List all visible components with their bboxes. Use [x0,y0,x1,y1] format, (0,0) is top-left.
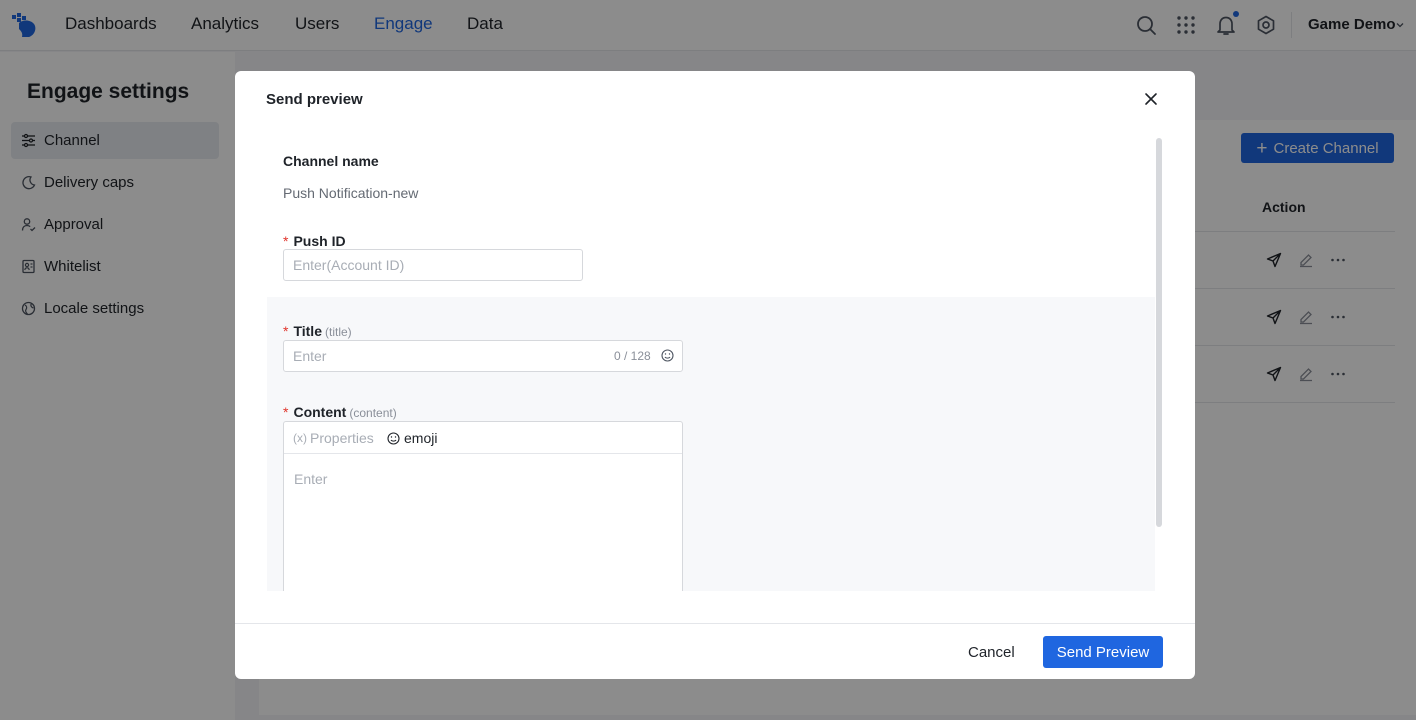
smile-icon[interactable] [661,349,674,362]
required-marker: * [283,404,289,420]
cancel-button[interactable]: Cancel [968,644,1015,661]
push-id-input[interactable] [283,249,583,281]
smile-icon [387,431,400,445]
push-id-label: * Push ID [283,233,346,249]
properties-button[interactable]: (x) Properties [293,430,374,446]
editor-toolbar: (x) Properties emoji [284,422,682,454]
send-preview-button[interactable]: Send Preview [1043,636,1163,668]
close-icon[interactable] [1143,91,1159,107]
dialog-body: Channel name Push Notification-new * Push… [267,137,1155,591]
send-preview-dialog: Send preview Channel name Push Notificat… [235,71,1195,679]
emoji-button[interactable]: emoji [387,430,437,446]
channel-name-value: Push Notification-new [283,185,419,201]
content-field-label: * Content (content) [283,404,397,420]
variable-icon: (x) [293,431,307,445]
dialog-title: Send preview [266,91,363,108]
dialog-footer-divider [235,623,1195,624]
required-marker: * [283,233,289,249]
title-hint: (title) [324,325,352,339]
dialog-scrollbar[interactable] [1156,138,1162,527]
content-hint: (content) [349,406,397,420]
channel-name-label: Channel name [283,153,379,169]
content-textarea-placeholder[interactable]: Enter [294,471,327,487]
required-marker: * [283,323,289,339]
title-field-label: * Title (title) [283,323,352,339]
content-editor[interactable]: (x) Properties emoji Enter [283,421,683,591]
title-char-counter: 0 / 128 [614,349,651,363]
